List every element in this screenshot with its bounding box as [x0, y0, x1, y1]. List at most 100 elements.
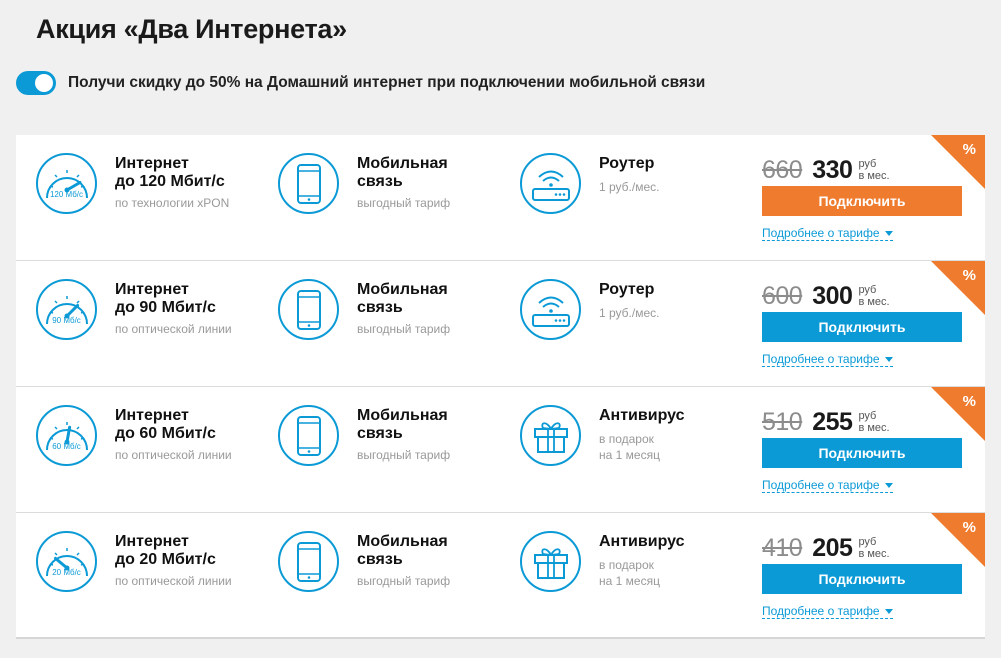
- internet-title: Интернет: [115, 533, 189, 550]
- internet-technology: по оптической линии: [115, 322, 232, 336]
- tariff-list: 120 Мб/с Интернет до 120 Мбит/с по техно…: [16, 135, 985, 639]
- discount-corner-badge: [931, 387, 985, 441]
- discount-toggle-label: Получи скидку до 50% на Домашний интерне…: [68, 74, 706, 91]
- chevron-down-icon: [884, 357, 893, 363]
- extra-title: Антивирус: [599, 407, 685, 424]
- extra-subtitle: в подарок на 1 месяц: [599, 431, 685, 463]
- mobile-subtitle: выгодный тариф: [357, 574, 451, 588]
- old-price: 660: [762, 156, 803, 184]
- price-period: в мес.: [858, 548, 890, 560]
- gift-icon: [520, 405, 581, 466]
- phone-icon: [278, 531, 339, 592]
- extra-title: Роутер: [599, 155, 655, 172]
- chevron-down-icon: [884, 483, 893, 489]
- speed-icon-caption: 20 Мб/с: [52, 568, 81, 577]
- extra-feature: Антивирус в подарок на 1 месяц: [520, 531, 685, 592]
- percent-icon: %: [962, 393, 976, 410]
- tariff-details-link[interactable]: Подробнее о тарифе: [762, 227, 893, 241]
- price-unit: руб в мес.: [858, 536, 889, 563]
- speedometer-icon: 90 Мб/с: [36, 279, 97, 340]
- tariff-details-link[interactable]: Подробнее о тарифе: [762, 479, 893, 493]
- extra-subtitle: 1 руб./мес.: [599, 179, 659, 195]
- old-price: 600: [762, 282, 803, 310]
- price-period: в мес.: [858, 296, 890, 308]
- mobile-title: Мобильная: [357, 407, 448, 424]
- internet-feature: 120 Мб/с Интернет до 120 Мбит/с по техно…: [36, 153, 229, 214]
- phone-icon: [278, 279, 339, 340]
- mobile-title-2: связь: [357, 173, 403, 190]
- tariff-details-label: Подробнее о тарифе: [762, 478, 880, 492]
- mobile-title: Мобильная: [357, 533, 448, 550]
- mobile-title: Мобильная: [357, 155, 448, 172]
- discount-toggle-row: Получи скидку до 50% на Домашний интерне…: [16, 71, 705, 95]
- internet-feature: 60 Мб/с Интернет до 60 Мбит/с по оптичес…: [36, 405, 232, 466]
- mobile-feature: Мобильная связь выгодный тариф: [278, 531, 450, 592]
- internet-speed: до 60 Мбит/с: [115, 425, 216, 442]
- tariff-details-label: Подробнее о тарифе: [762, 604, 880, 618]
- extra-title: Роутер: [599, 281, 655, 298]
- internet-technology: по оптической линии: [115, 448, 232, 462]
- connect-button[interactable]: Подключить: [762, 438, 962, 468]
- internet-title: Интернет: [115, 407, 189, 424]
- old-price: 510: [762, 408, 803, 436]
- price-period: в мес.: [858, 422, 890, 434]
- speedometer-icon: 20 Мб/с: [36, 531, 97, 592]
- mobile-title-2: связь: [357, 299, 403, 316]
- price-currency: руб: [858, 284, 877, 296]
- extra-subtitle-line-1: в подарок: [599, 558, 654, 572]
- phone-icon: [278, 405, 339, 466]
- internet-feature: 20 Мб/с Интернет до 20 Мбит/с по оптичес…: [36, 531, 232, 592]
- mobile-subtitle: выгодный тариф: [357, 322, 451, 336]
- mobile-title-2: связь: [357, 425, 403, 442]
- mobile-title-2: связь: [357, 551, 403, 568]
- price-unit: руб в мес.: [858, 410, 889, 437]
- extra-feature: Антивирус в подарок на 1 месяц: [520, 405, 685, 466]
- tariff-card: 120 Мб/с Интернет до 120 Мбит/с по техно…: [16, 135, 985, 261]
- mobile-subtitle: выгодный тариф: [357, 196, 451, 210]
- discount-toggle[interactable]: [16, 71, 56, 95]
- extra-subtitle: 1 руб./мес.: [599, 305, 659, 321]
- phone-icon: [278, 153, 339, 214]
- discount-corner-badge: [931, 261, 985, 315]
- price-currency: руб: [858, 536, 877, 548]
- mobile-feature: Мобильная связь выгодный тариф: [278, 153, 450, 214]
- connect-button[interactable]: Подключить: [762, 312, 962, 342]
- tariff-card: 90 Мб/с Интернет до 90 Мбит/с по оптичес…: [16, 261, 985, 387]
- percent-icon: %: [962, 519, 976, 536]
- chevron-down-icon: [884, 609, 893, 615]
- new-price: 330: [812, 156, 853, 184]
- toggle-knob: [35, 74, 53, 92]
- mobile-title: Мобильная: [357, 281, 448, 298]
- discount-corner-badge: [931, 135, 985, 189]
- tariff-details-link[interactable]: Подробнее о тарифе: [762, 605, 893, 619]
- speed-icon-caption: 120 Мб/с: [49, 190, 84, 199]
- page-title: Акция «Два Интернета»: [36, 14, 347, 44]
- internet-technology: по оптической линии: [115, 574, 232, 588]
- speed-icon-caption: 60 Мб/с: [52, 442, 81, 451]
- price-unit: руб в мес.: [858, 158, 889, 185]
- tariff-card: 60 Мб/с Интернет до 60 Мбит/с по оптичес…: [16, 387, 985, 513]
- chevron-down-icon: [884, 231, 893, 237]
- connect-button[interactable]: Подключить: [762, 564, 962, 594]
- speedometer-icon: 60 Мб/с: [36, 405, 97, 466]
- extra-subtitle-line-2: на 1 месяц: [599, 448, 660, 462]
- tariff-card: 20 Мб/с Интернет до 20 Мбит/с по оптичес…: [16, 513, 985, 639]
- internet-technology: по технологии xPON: [115, 196, 230, 210]
- connect-button[interactable]: Подключить: [762, 186, 962, 216]
- internet-speed: до 90 Мбит/с: [115, 299, 216, 316]
- extra-feature: Роутер 1 руб./мес.: [520, 279, 659, 340]
- new-price: 255: [812, 408, 853, 436]
- internet-title: Интернет: [115, 281, 189, 298]
- mobile-feature: Мобильная связь выгодный тариф: [278, 279, 450, 340]
- tariff-details-link[interactable]: Подробнее о тарифе: [762, 353, 893, 367]
- extra-title: Антивирус: [599, 533, 685, 550]
- tariff-details-label: Подробнее о тарифе: [762, 352, 880, 366]
- price-period: в мес.: [858, 170, 890, 182]
- discount-corner-badge: [931, 513, 985, 567]
- price-unit: руб в мес.: [858, 284, 889, 311]
- extra-subtitle-line-1: 1 руб./мес.: [599, 306, 660, 320]
- tariff-details-label: Подробнее о тарифе: [762, 226, 880, 240]
- router-icon: [520, 279, 581, 340]
- speed-icon-caption: 90 Мб/с: [52, 316, 81, 325]
- router-icon: [520, 153, 581, 214]
